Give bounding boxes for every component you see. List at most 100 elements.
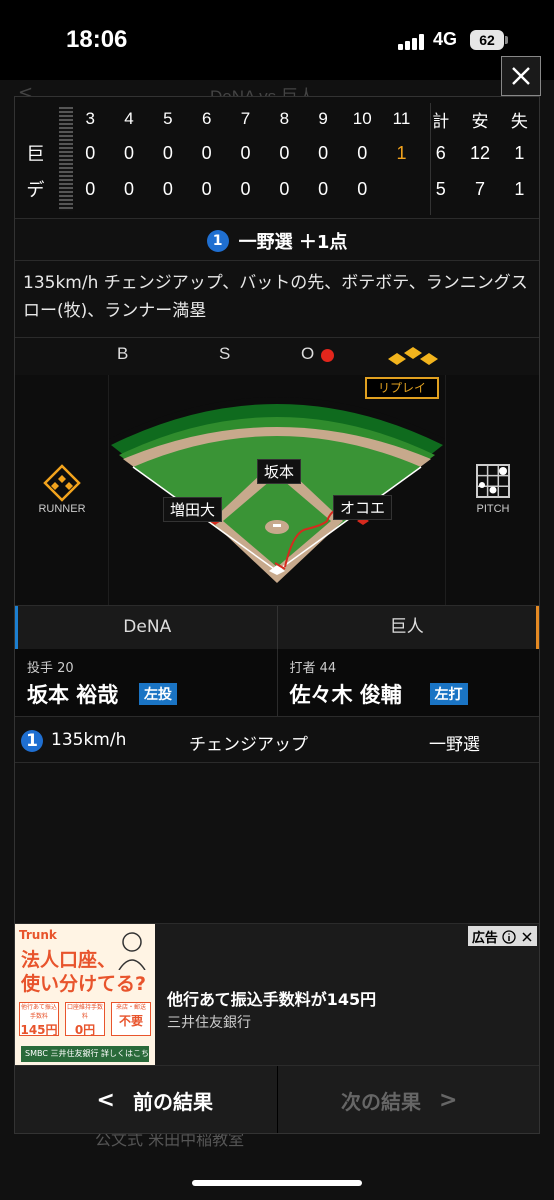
total-header: 安: [471, 111, 489, 131]
inning-score: 0: [85, 142, 96, 163]
pitch-grid-icon: [476, 464, 510, 498]
score-row-giants: 巨 0 0 0 0 0 0 0 0 1 6 12 1: [15, 135, 539, 171]
inning-score: 0: [357, 178, 368, 199]
inning-score: 0: [201, 142, 212, 163]
ad-person-illustration: [118, 932, 146, 970]
total-hits: 7: [475, 178, 486, 199]
battery-icon: 62: [470, 30, 504, 50]
inning-score: 0: [201, 178, 212, 199]
result-navigation: < 前の結果 次の結果 >: [15, 1065, 539, 1133]
inning-score: 0: [357, 142, 368, 163]
inning-score: 0: [85, 178, 96, 199]
play-number-badge: 1: [206, 229, 229, 252]
matchup: 投手 20 坂本 裕哉 左投 打者 44 佐々木 俊輔 左打: [15, 649, 539, 717]
strike-label: S: [219, 344, 231, 363]
clock: 18:06: [66, 26, 128, 53]
fielder-tag-first: オコエ: [333, 495, 393, 520]
inning-score: 0: [240, 142, 251, 163]
pitcher-hand-badge: 左投: [139, 683, 177, 705]
runner-toggle[interactable]: RUNNER: [15, 375, 109, 605]
team-name: 巨: [26, 144, 45, 164]
replay-button[interactable]: リプレイ: [365, 377, 439, 399]
baseball-field: [109, 397, 445, 605]
inning-score: 0: [162, 178, 173, 199]
ad-banner[interactable]: Trunk 法人口座、 使い分けてる? 他行あて振込手数料 145円 口座維持手数…: [15, 923, 539, 1074]
inning-score: 0: [124, 178, 135, 199]
pitcher-name: 坂本 裕哉: [27, 683, 119, 707]
pitch-speed: 135km/h: [51, 730, 127, 750]
inning-header: 7: [240, 109, 251, 128]
inning-header: 10: [352, 109, 372, 128]
battery-tip: [505, 36, 508, 44]
batter-info: 打者 44 佐々木 俊輔 左打: [278, 649, 540, 716]
ad-subtitle: 三井住友銀行: [167, 1015, 251, 1031]
inning-score: 0: [279, 142, 290, 163]
field-view: RUNNER リプレイ 坂本 増田大 オコエ PITCH: [15, 375, 539, 605]
chevron-right-icon: >: [439, 1088, 458, 1113]
total-errors: 1: [514, 178, 525, 199]
ad-chip: 他行あて振込手数料 145円: [19, 1002, 59, 1037]
ad-image: Trunk 法人口座、 使い分けてる? 他行あて振込手数料 145円 口座維持手数…: [15, 924, 155, 1074]
total-runs: 6: [435, 142, 446, 163]
pitch-result: 一野選: [429, 735, 480, 755]
ad-chip: 来店・郵送 不要: [111, 1002, 151, 1036]
inning-score: 0: [240, 178, 251, 199]
info-icon: [502, 930, 517, 944]
out-label: O: [301, 344, 315, 363]
pitch-type: チェンジアップ: [189, 735, 308, 755]
pitch-toggle[interactable]: PITCH: [445, 375, 539, 605]
pitcher-role: 投手 20: [27, 661, 74, 676]
inning-score: [382, 171, 421, 207]
next-result-label: 次の結果: [341, 1090, 422, 1114]
inning-score: 0: [318, 142, 329, 163]
pitch-log-row[interactable]: 1 135km/h チェンジアップ 一野選: [15, 719, 539, 763]
ad-title: 他行あて振込手数料が145円: [167, 990, 377, 1009]
total-hits: 12: [470, 142, 491, 163]
batter-role: 打者 44: [289, 661, 337, 676]
inning-header: 4: [124, 109, 134, 128]
play-description: 135km/h チェンジアップ、バットの先、ボテボテ、ランニングスロー(牧)、ラ…: [23, 273, 528, 321]
tab-dena[interactable]: DeNA: [15, 606, 278, 649]
runner-icon: [43, 464, 81, 502]
fielder-tag-second: 坂本: [257, 459, 302, 484]
pitcher-info: 投手 20 坂本 裕哉 左投: [15, 649, 278, 716]
ad-footer: SMBC 三井住友銀行 詳しくはこちら: [21, 1046, 149, 1074]
ad-brand: Trunk: [19, 928, 57, 942]
inning-score: 0: [162, 142, 173, 163]
status-bar: 18:06 4G 62: [0, 0, 554, 80]
out-light: [321, 349, 334, 362]
pitch-number-badge: 1: [21, 730, 43, 752]
bases-loaded-icon: [388, 347, 438, 365]
inning-score: 0: [279, 178, 290, 199]
close-button[interactable]: [501, 56, 541, 96]
close-icon: [512, 67, 530, 85]
signal-icon: [398, 34, 426, 50]
ball-label: B: [117, 344, 129, 363]
tab-giants[interactable]: 巨人: [277, 606, 539, 649]
pitch-label: PITCH: [476, 503, 510, 515]
prev-result-button[interactable]: < 前の結果: [15, 1066, 278, 1133]
inning-header: 11: [392, 109, 411, 128]
team-name: デ: [26, 180, 45, 200]
bso-indicator: B S O: [15, 337, 539, 373]
inning-header: 6: [201, 109, 212, 128]
inning-score: 0: [318, 178, 329, 199]
chevron-left-icon: <: [96, 1088, 115, 1113]
batter-name: 佐々木 俊輔: [289, 683, 402, 707]
ad-info-tag[interactable]: 広告: [467, 926, 537, 946]
inning-header: 5: [163, 109, 173, 128]
score-header-row: 3 4 5 6 7 8 9 10 11 計 安 失: [15, 103, 539, 135]
score-table: 3 4 5 6 7 8 9 10 11 計 安 失 巨 0 0 0 0 0 0 …: [15, 103, 539, 207]
next-result-button[interactable]: 次の結果 >: [277, 1066, 539, 1133]
inning-header: 9: [318, 109, 328, 128]
home-indicator[interactable]: [192, 1180, 362, 1186]
inning-score: 1: [396, 142, 407, 163]
play-headline: 1 一野選 ＋1点: [15, 221, 539, 261]
ad-close-icon[interactable]: [521, 931, 533, 943]
batter-hand-badge: 左打: [429, 683, 468, 705]
total-errors: 1: [514, 142, 525, 163]
scoreboard: 3 4 5 6 7 8 9 10 11 計 安 失 巨 0 0 0 0 0 0 …: [15, 97, 539, 219]
team-tabs: DeNA 巨人: [15, 605, 539, 649]
score-row-dena: デ 0 0 0 0 0 0 0 0 5 7 1: [15, 171, 539, 207]
ad-label: 広告: [471, 931, 498, 946]
